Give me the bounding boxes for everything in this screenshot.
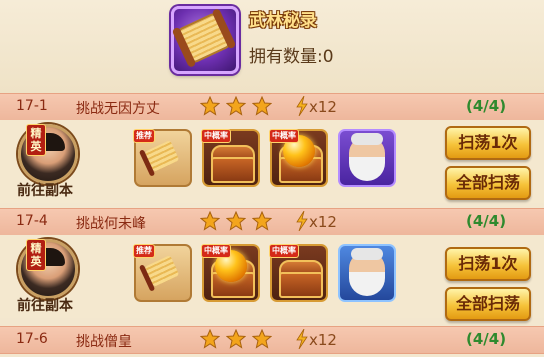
martial-manual-item-icon	[171, 6, 239, 74]
chest-icon	[211, 157, 255, 183]
sweep-once-button[interactable]: 扫荡1次	[445, 126, 531, 160]
boss-portrait[interactable]	[338, 244, 396, 302]
eyepatch-boss-icon	[349, 248, 385, 296]
stage-name: 挑战僧皇	[76, 334, 132, 350]
loot-chest[interactable]: 中概率	[201, 129, 260, 187]
recommend-badge: 推荐	[133, 129, 155, 143]
stage-number: 17-4	[16, 213, 48, 229]
stage-bar-17-6: 17-6 挑战僧皇 x12 (4/4)	[0, 326, 544, 354]
stage-name: 挑战何未峰	[76, 216, 146, 232]
probability-badge: 中概率	[269, 129, 299, 143]
loot-chest[interactable]: 中概率	[269, 244, 328, 302]
stage-name: 挑战无因方丈	[76, 101, 160, 117]
stage-stars	[200, 96, 273, 120]
loot-orb[interactable]: 中概率	[201, 244, 260, 302]
item-title: 武林秘录	[249, 11, 317, 31]
stage-number: 17-1	[16, 98, 48, 114]
star-icon	[226, 329, 247, 349]
scroll-icon	[144, 140, 180, 172]
owned-count: 拥有数量:0	[249, 42, 334, 67]
probability-badge: 中概率	[201, 129, 231, 143]
energy-cost: x12	[295, 329, 337, 349]
lightning-icon	[296, 329, 308, 349]
star-icon	[226, 211, 247, 231]
energy-value: x12	[309, 213, 337, 231]
probability-badge: 中概率	[269, 244, 299, 258]
owned-count-value: 0	[322, 47, 334, 67]
lightning-icon	[296, 211, 308, 231]
item-header: 武林秘录 拥有数量:0	[0, 0, 544, 93]
loot-orb[interactable]: 中概率	[269, 129, 328, 187]
goto-dungeon-label[interactable]: 前往副本	[17, 180, 73, 200]
energy-value: x12	[309, 331, 337, 349]
stage-row-17-1: 精英 前往副本 推荐 中概率 中概率 扫荡1次 全部扫荡	[0, 120, 544, 203]
sweep-all-button[interactable]: 全部扫荡	[445, 287, 531, 321]
probability-badge: 中概率	[201, 244, 231, 258]
energy-cost: x12	[295, 211, 337, 231]
star-icon	[226, 96, 247, 116]
star-icon	[200, 96, 220, 116]
sweep-all-button[interactable]: 全部扫荡	[445, 166, 531, 200]
stage-row-17-4: 精英 前往副本 推荐 中概率 中概率 扫荡1次 全部扫荡	[0, 235, 544, 321]
star-icon	[252, 96, 273, 116]
stage-number: 17-6	[16, 331, 48, 347]
energy-cost: x12	[295, 96, 337, 116]
stage-progress: (4/4)	[466, 97, 507, 115]
star-icon	[252, 329, 273, 349]
stage-bar-17-4: 17-4 挑战何未峰 x12 (4/4)	[0, 208, 544, 236]
stage-bar-17-1: 17-1 挑战无因方丈 x12 (4/4)	[0, 93, 544, 121]
star-icon	[200, 211, 220, 231]
star-icon	[252, 211, 273, 231]
lightning-icon	[296, 96, 308, 116]
sweep-once-button[interactable]: 扫荡1次	[445, 247, 531, 281]
energy-value: x12	[309, 98, 337, 116]
goto-dungeon-label[interactable]: 前往副本	[17, 295, 73, 315]
white-beard-boss-icon	[349, 133, 385, 181]
stage-stars	[200, 329, 273, 353]
stage-progress: (4/4)	[466, 330, 507, 348]
boss-portrait[interactable]	[338, 129, 396, 187]
recommend-badge: 推荐	[133, 244, 155, 258]
chest-icon	[279, 272, 323, 298]
stage-stars	[200, 211, 273, 235]
elite-tag: 精英	[26, 124, 46, 156]
loot-scroll[interactable]: 推荐	[133, 129, 192, 187]
stage-progress: (4/4)	[466, 212, 507, 230]
star-icon	[200, 329, 220, 349]
owned-count-label: 拥有数量:	[249, 47, 323, 67]
elite-tag: 精英	[26, 239, 46, 271]
scroll-icon	[144, 255, 180, 287]
scroll-icon	[178, 14, 230, 62]
loot-scroll[interactable]: 推荐	[133, 244, 192, 302]
